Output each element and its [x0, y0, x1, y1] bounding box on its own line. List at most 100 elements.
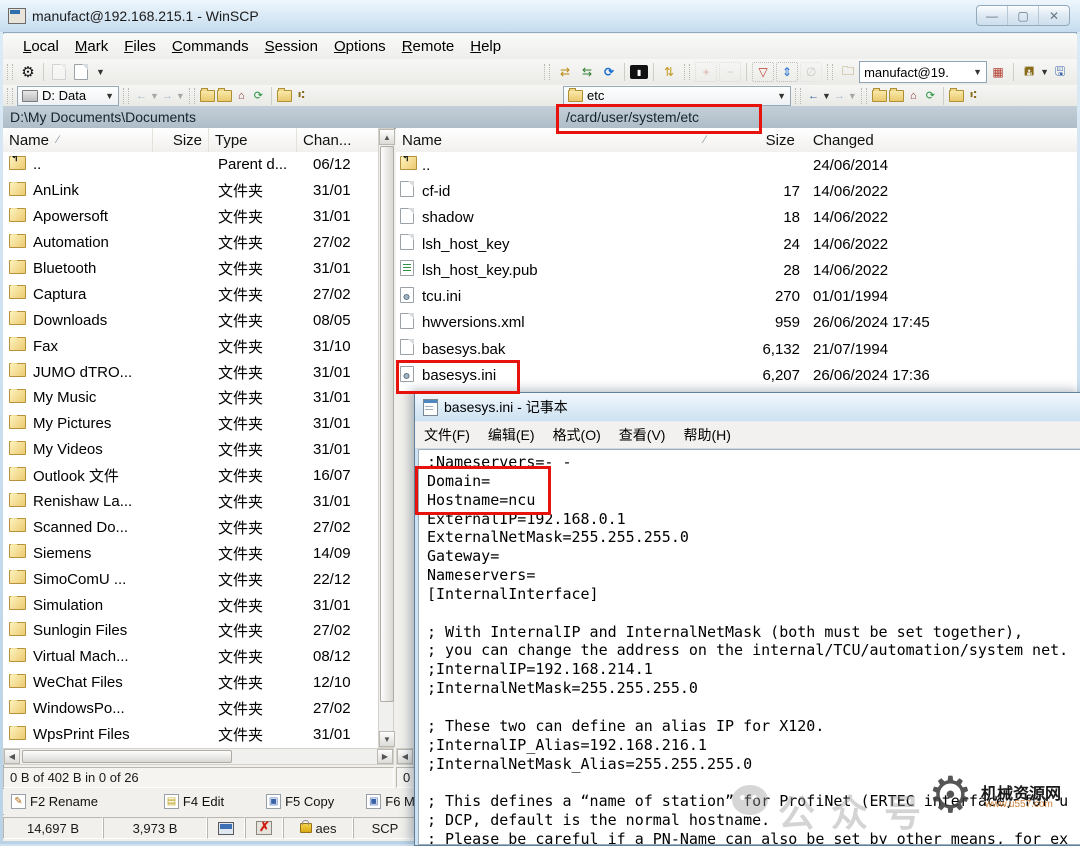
close-button[interactable]: ✕	[1038, 6, 1069, 25]
synchronize-browsing-icon[interactable]: ⇅	[659, 63, 679, 81]
select-remove-icon[interactable]: −	[719, 62, 741, 82]
menu-session[interactable]: Session	[257, 38, 326, 55]
restore-button[interactable]: ▢	[1007, 6, 1038, 25]
session-colors-icon[interactable]: ▦	[988, 63, 1008, 81]
local-horizontal-scrollbar[interactable]: ◀ ▶	[3, 748, 394, 765]
local-back-caret-icon[interactable]: ▼	[150, 91, 159, 101]
remote-back-caret-icon[interactable]: ▼	[822, 91, 831, 101]
table-row[interactable]: Apowersoft 文件夹 31/01	[3, 204, 378, 230]
transfer-settings-icon[interactable]: ⇆	[577, 63, 597, 81]
table-row[interactable]: lsh_host_key 24 14/06/2022	[396, 231, 1077, 257]
sort-icon[interactable]: ⇕	[776, 62, 798, 82]
local-refresh-icon[interactable]: ⟳	[250, 88, 267, 104]
table-row[interactable]: Fax 文件夹 31/10	[3, 333, 378, 359]
notifications-status-cell[interactable]	[245, 817, 283, 839]
copy-session-caret-icon[interactable]: ▼	[96, 67, 105, 77]
local-col-size[interactable]: Size	[153, 128, 209, 152]
notepad-menu-file[interactable]: 文件(F)	[415, 425, 479, 445]
notepad-menu-format[interactable]: 格式(O)	[544, 425, 610, 445]
notepad-menu-help[interactable]: 帮助(H)	[674, 425, 739, 445]
table-row[interactable]: Outlook 文件 文件夹 16/07	[3, 463, 378, 489]
console-icon[interactable]: ▮	[630, 65, 648, 79]
table-row[interactable]: basesys.bak 6,132 21/07/1994	[396, 336, 1077, 362]
local-path-bar[interactable]: D:\My Documents\Documents	[3, 106, 558, 129]
f4-edit-button[interactable]: ▤ F4 Edit	[164, 794, 224, 809]
table-row[interactable]: .. Parent d... 06/12	[3, 152, 378, 178]
local-forward-icon[interactable]: →	[159, 88, 176, 104]
menu-help[interactable]: Help	[462, 38, 509, 55]
remote-path-bar[interactable]: /card/user/system/etc	[558, 106, 1077, 129]
local-drive-select[interactable]: D: Data ▼	[17, 86, 119, 106]
queue-icon[interactable]	[49, 63, 69, 81]
new-session-icon[interactable]: 🗀	[838, 63, 858, 81]
menu-files[interactable]: Files	[116, 38, 164, 55]
local-forward-caret-icon[interactable]: ▼	[176, 91, 185, 101]
save-workspace-icon[interactable]: 🖫	[1050, 63, 1070, 81]
table-row[interactable]: Renishaw La... 文件夹 31/01	[3, 489, 378, 515]
remote-col-size[interactable]: Size	[706, 128, 801, 152]
save-session-icon[interactable]: 🖪	[1019, 63, 1039, 81]
local-col-name[interactable]: Name ∕	[3, 128, 153, 152]
remote-dir-select[interactable]: etc ▼	[563, 86, 791, 106]
console-status-cell[interactable]	[207, 817, 245, 839]
save-session-caret-icon[interactable]: ▼	[1040, 67, 1049, 77]
menu-options[interactable]: Options	[326, 38, 394, 55]
table-row[interactable]: Downloads 文件夹 08/05	[3, 307, 378, 333]
table-row[interactable]: cf-id 17 14/06/2022	[396, 178, 1077, 204]
table-row[interactable]: hwversions.xml 959 26/06/2024 17:45	[396, 310, 1077, 336]
local-col-type[interactable]: Type	[209, 128, 297, 152]
table-row[interactable]: Scanned Do... 文件夹 27/02	[3, 514, 378, 540]
table-row[interactable]: SimoComU ... 文件夹 22/12	[3, 566, 378, 592]
clear-selection-icon[interactable]: ∅	[800, 62, 822, 82]
title-bar[interactable]: manufact@192.168.215.1 - WinSCP — ▢ ✕	[0, 0, 1080, 32]
local-parent-dir-icon[interactable]	[199, 88, 216, 104]
menu-mark[interactable]: Mark	[67, 38, 116, 55]
table-row[interactable]: AnLink 文件夹 31/01	[3, 178, 378, 204]
f5-copy-button[interactable]: ▣ F5 Copy	[266, 794, 334, 809]
copy-session-icon[interactable]	[71, 63, 91, 81]
f2-rename-button[interactable]: ✎ F2 Rename	[11, 794, 98, 809]
table-row[interactable]: My Pictures 文件夹 31/01	[3, 411, 378, 437]
remote-col-name[interactable]: Name	[396, 128, 696, 152]
table-row[interactable]: WeChat Files 文件夹 12/10	[3, 670, 378, 696]
table-row[interactable]: basesys.ini 6,207 26/06/2024 17:36	[396, 362, 1077, 388]
remote-parent-dir-icon[interactable]	[871, 88, 888, 104]
remote-tree-icon[interactable]: ⑆	[965, 88, 982, 104]
session-dropdown[interactable]: manufact@19. ▼	[859, 61, 987, 83]
remote-back-icon[interactable]: ←	[805, 88, 822, 104]
preferences-gear-icon[interactable]: ⚙	[18, 63, 38, 81]
notepad-window[interactable]: basesys.ini - 记事本 文件(F) 编辑(E) 格式(O) 查看(V…	[414, 392, 1080, 846]
remote-col-changed[interactable]: Changed	[801, 128, 1077, 152]
menu-commands[interactable]: Commands	[164, 38, 257, 55]
remote-open-dir-icon[interactable]	[948, 88, 965, 104]
menu-local[interactable]: Local	[15, 38, 67, 55]
remote-home-dir-icon[interactable]: ⌂	[905, 88, 922, 104]
table-row[interactable]: Sunlogin Files 文件夹 27/02	[3, 618, 378, 644]
local-vertical-scrollbar[interactable]: ▲ ▼	[378, 128, 394, 748]
table-row[interactable]: JUMO dTRO... 文件夹 31/01	[3, 359, 378, 385]
f6-move-button[interactable]: ▣ F6 M	[366, 794, 415, 809]
remote-root-dir-icon[interactable]	[888, 88, 905, 104]
encryption-status-cell[interactable]: aes	[283, 817, 353, 839]
table-row[interactable]: Siemens 文件夹 14/09	[3, 540, 378, 566]
table-row[interactable]: Virtual Mach... 文件夹 08/12	[3, 644, 378, 670]
local-open-dir-icon[interactable]	[276, 88, 293, 104]
menu-remote[interactable]: Remote	[394, 38, 463, 55]
table-row[interactable]: Simulation 文件夹 31/01	[3, 592, 378, 618]
notepad-menu-view[interactable]: 查看(V)	[610, 425, 675, 445]
local-back-icon[interactable]: ←	[133, 88, 150, 104]
minimize-button[interactable]: —	[977, 6, 1007, 25]
select-add-icon[interactable]: +	[695, 62, 717, 82]
table-row[interactable]: My Music 文件夹 31/01	[3, 385, 378, 411]
local-col-changed[interactable]: Chan...	[297, 128, 378, 152]
remote-forward-caret-icon[interactable]: ▼	[848, 91, 857, 101]
table-row[interactable]: .. 24/06/2014	[396, 152, 1077, 178]
remote-refresh-icon[interactable]: ⟳	[922, 88, 939, 104]
local-home-dir-icon[interactable]: ⌂	[233, 88, 250, 104]
table-row[interactable]: shadow 18 14/06/2022	[396, 205, 1077, 231]
notepad-title-bar[interactable]: basesys.ini - 记事本	[415, 393, 1080, 421]
table-row[interactable]: Bluetooth 文件夹 31/01	[3, 256, 378, 282]
table-row[interactable]: Automation 文件夹 27/02	[3, 230, 378, 256]
synchronize-icon[interactable]: ⇄	[555, 63, 575, 81]
remote-forward-icon[interactable]: →	[831, 88, 848, 104]
